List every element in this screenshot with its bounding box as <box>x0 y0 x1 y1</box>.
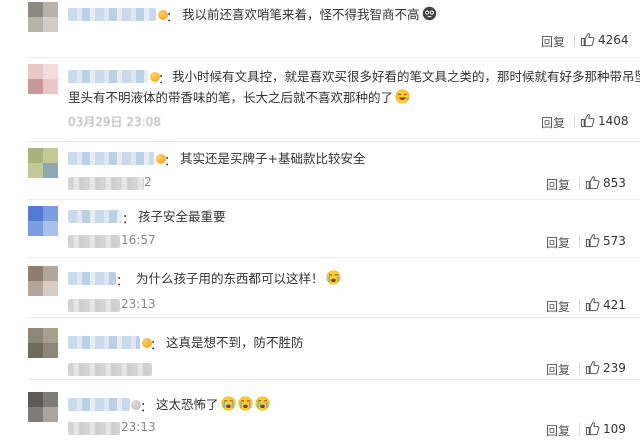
timestamp-blurred <box>68 299 120 312</box>
avatar[interactable] <box>28 328 58 358</box>
avatar[interactable] <box>28 392 58 422</box>
separator <box>579 362 580 375</box>
timestamp-blurred <box>68 235 120 248</box>
colon: ： <box>158 71 171 86</box>
timestamp: 23:13 <box>121 297 156 311</box>
username[interactable] <box>68 210 122 223</box>
like-button[interactable]: 1408 <box>580 113 629 128</box>
comment-text: 这真是想不到，防不胜防 <box>166 335 304 350</box>
comment-text: 这太恐怖了 <box>156 394 270 416</box>
reply-button[interactable]: 回复 <box>546 422 570 439</box>
thumbs-up-icon <box>585 297 600 312</box>
crying-face-icon <box>326 270 341 285</box>
reply-button[interactable]: 回复 <box>546 298 570 315</box>
timestamp: 03月29日 23:08 <box>68 115 161 129</box>
comment-item: ： 这真是想不到，防不胜防 回复 239 <box>0 318 640 380</box>
timestamp-blurred <box>68 422 120 435</box>
like-count: 4264 <box>598 32 629 47</box>
colon: ： <box>140 399 153 414</box>
comment-item: ： 孩子安全最重要 16:57 回复 573 <box>0 200 640 258</box>
timestamp: 23:13 <box>121 420 156 434</box>
thumbs-up-icon <box>585 175 600 190</box>
like-count: 421 <box>603 297 626 312</box>
colon: ： <box>166 9 179 24</box>
like-button[interactable]: 109 <box>585 421 626 436</box>
separator <box>579 177 580 190</box>
comment-item: ： 其实还是买牌子+基础款比较安全 2 回复 853 <box>0 142 640 200</box>
like-button[interactable]: 573 <box>585 233 626 248</box>
comment-text-line2: 里头有不明液体的带香味的笔，长大之后就不喜欢那种的了 <box>68 87 410 109</box>
comment-text: 其实还是买牌子+基础款比较安全 <box>180 151 366 166</box>
comment-text: 我以前还喜欢哨笔来着，怪不得我智商不高 <box>182 4 437 26</box>
like-count: 109 <box>603 421 626 436</box>
username[interactable] <box>68 336 140 349</box>
colon: ： <box>164 153 177 168</box>
separator <box>579 299 580 312</box>
thumbs-up-icon <box>580 32 595 47</box>
crying-face-icon <box>221 396 236 411</box>
thumbs-up-icon <box>585 421 600 436</box>
comment-text-line1: 我小时候有文具控，就是喜欢买很多好看的笔文具之类的，那时候就有好多那种带吊坠的 <box>172 69 640 84</box>
colon: ： <box>150 337 163 352</box>
comment-item: ： 我小时候有文具控，就是喜欢买很多好看的笔文具之类的，那时候就有好多那种带吊坠… <box>0 58 640 142</box>
comment-text: 为什么孩子用的东西都可以这样！ <box>136 268 341 290</box>
colon: ： <box>122 211 135 226</box>
separator <box>579 235 580 248</box>
thumbs-up-icon <box>585 233 600 248</box>
reply-button[interactable]: 回复 <box>546 234 570 251</box>
comment-item: ： 为什么孩子用的东西都可以这样！ 23:13 回复 421 <box>0 258 640 318</box>
like-count: 853 <box>603 175 626 190</box>
like-button[interactable]: 4264 <box>580 32 629 47</box>
like-count: 573 <box>603 233 626 248</box>
avatar[interactable] <box>28 266 58 296</box>
username[interactable] <box>68 272 116 285</box>
reply-button[interactable]: 回复 <box>546 361 570 378</box>
comment-item: ： 这太恐怖了 23:13 回复 109 <box>0 380 640 445</box>
thumbs-up-icon <box>580 113 595 128</box>
thumbs-up-icon <box>585 360 600 375</box>
like-count: 239 <box>603 360 626 375</box>
avatar[interactable] <box>28 2 58 32</box>
like-count: 1408 <box>598 113 629 128</box>
reply-button[interactable]: 回复 <box>541 33 565 50</box>
separator <box>574 34 575 47</box>
like-button[interactable]: 853 <box>585 175 626 190</box>
avatar[interactable] <box>28 206 58 236</box>
username[interactable] <box>68 152 154 165</box>
username[interactable] <box>68 70 148 83</box>
username[interactable] <box>68 398 130 411</box>
username[interactable] <box>68 8 156 21</box>
separator <box>574 115 575 128</box>
crying-face-icon <box>238 396 253 411</box>
comment-text: 孩子安全最重要 <box>138 209 226 224</box>
crying-face-icon <box>255 396 270 411</box>
comment-item: ： 我以前还喜欢哨笔来着，怪不得我智商不高 回复 4264 <box>0 0 640 58</box>
speechless-face-icon <box>422 6 437 21</box>
timestamp-blurred <box>68 177 144 190</box>
reply-button[interactable]: 回复 <box>546 176 570 193</box>
timestamp: 16:57 <box>121 233 156 247</box>
avatar[interactable] <box>28 64 58 94</box>
avatar[interactable] <box>28 148 58 178</box>
reply-button[interactable]: 回复 <box>541 114 565 131</box>
timestamp: 2 <box>144 175 152 189</box>
timestamp-blurred <box>68 363 152 376</box>
separator <box>579 423 580 436</box>
colon: ： <box>116 273 129 288</box>
like-button[interactable]: 239 <box>585 360 626 375</box>
laughing-face-icon <box>395 89 410 104</box>
like-button[interactable]: 421 <box>585 297 626 312</box>
